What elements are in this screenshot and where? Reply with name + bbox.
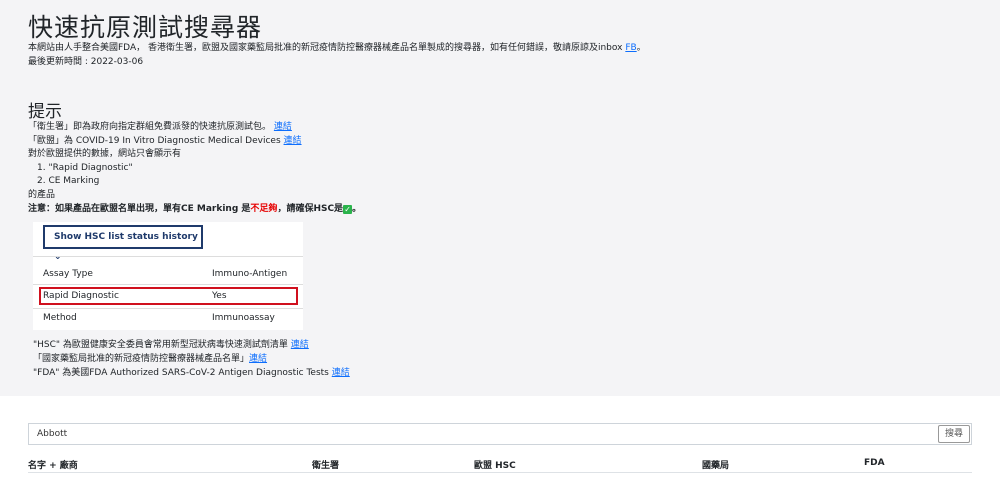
- hsc-link[interactable]: 連結: [291, 340, 309, 350]
- col-nmpa[interactable]: 國藥局: [702, 458, 729, 471]
- col-dh[interactable]: 衛生署: [312, 458, 339, 471]
- tips-block: 「衛生署」即為政府向指定群組免費派發的快速抗原測試包。 連結 「歐盟」為 COV…: [28, 121, 361, 216]
- search-button[interactable]: 搜尋: [938, 425, 970, 443]
- site-description: 本網站由人手整合美國FDA， 香港衛生署，歐盟及國家藥監局批准的新冠疫情防控醫療…: [28, 43, 646, 53]
- list-item: 2. CE Marking: [37, 176, 100, 187]
- highlight-box: [39, 287, 298, 305]
- example-screenshot: Show HSC list status history ⌄ Assay Typ…: [33, 222, 303, 330]
- list-item: 1. "Rapid Diagnostic": [37, 162, 133, 173]
- hsc-history-button: Show HSC list status history ⌄: [43, 225, 203, 262]
- last-updated: 最後更新時間 : 2022-03-06: [28, 57, 144, 67]
- criteria-list: 1. "Rapid Diagnostic" 2. CE Marking: [28, 162, 361, 189]
- col-fda[interactable]: FDA: [864, 458, 885, 468]
- source-links: "HSC" 為歐盟健康安全委員會常用新型冠狀病毒快速測試劑清單 連結 「國家藥監…: [33, 340, 350, 378]
- note: 注意：如果產品在歐盟名單出現，單有CE Marking 是不足夠，請確保HSC是…: [28, 203, 362, 214]
- chevron-down-icon: ⌄: [54, 252, 62, 262]
- nmpa-link[interactable]: 連結: [249, 354, 267, 364]
- info-section: 快速抗原測試搜尋器 本網站由人手整合美國FDA， 香港衛生署，歐盟及國家藥監局批…: [0, 0, 1000, 396]
- tips-heading: 提示: [28, 102, 62, 122]
- col-eu-hsc[interactable]: 歐盟 HSC: [474, 458, 516, 471]
- col-name[interactable]: 名字 + 廠商: [28, 458, 78, 471]
- dh-link[interactable]: 連結: [274, 122, 292, 132]
- check-icon: ✓: [343, 204, 353, 214]
- table-row: Assay Type Immuno-Antigen: [43, 269, 288, 279]
- results-table-header: 名字 + 廠商 衛生署 歐盟 HSC 國藥局 FDA: [28, 458, 972, 473]
- search-value: Abbott: [37, 429, 68, 439]
- table-row: Method Immunoassay: [43, 313, 275, 323]
- fda-link[interactable]: 連結: [332, 368, 350, 378]
- page-title: 快速抗原測試搜尋器: [28, 13, 263, 42]
- search-input[interactable]: Abbott 搜尋: [28, 423, 972, 445]
- eu-link[interactable]: 連結: [284, 136, 302, 146]
- fb-link[interactable]: FB: [625, 43, 636, 53]
